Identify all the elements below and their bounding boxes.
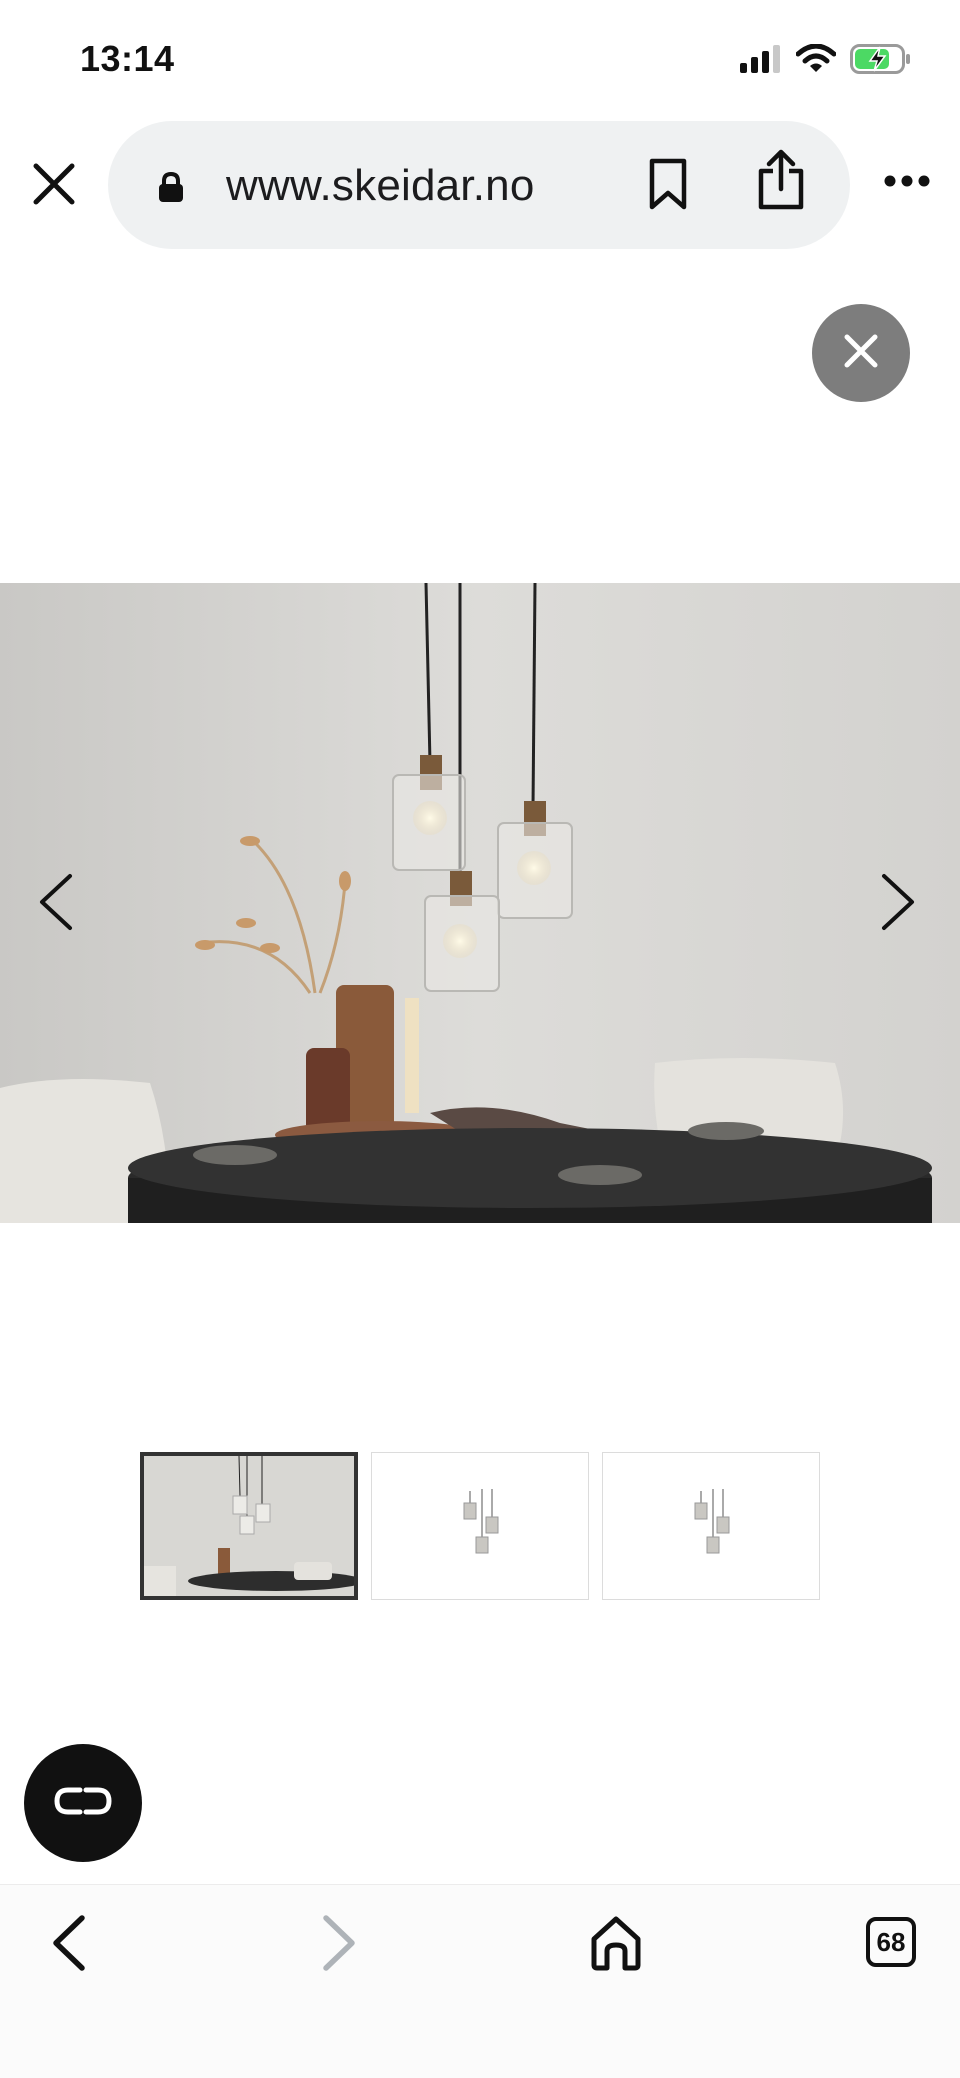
gallery-close-button[interactable]: [812, 304, 910, 402]
status-icons: [740, 43, 912, 79]
chevron-left-icon[interactable]: [38, 872, 74, 937]
close-icon: [841, 331, 881, 376]
forward-icon[interactable]: [320, 1913, 360, 1978]
battery-charging-icon: [850, 44, 912, 79]
close-icon[interactable]: [28, 158, 80, 210]
wifi-icon: [795, 43, 837, 79]
back-icon[interactable]: [48, 1913, 88, 1978]
chat-icon: [52, 1784, 114, 1823]
chat-button[interactable]: [24, 1744, 142, 1862]
chevron-right-icon[interactable]: [880, 872, 916, 937]
home-icon[interactable]: [590, 1915, 642, 1976]
thumbnail-3[interactable]: [602, 1452, 820, 1600]
bookmark-icon[interactable]: [648, 157, 688, 216]
browser-bottom-bar: 68: [0, 1884, 960, 2078]
product-image[interactable]: [0, 583, 960, 1223]
status-time: 13:14: [80, 38, 175, 79]
url-text: www.skeidar.no: [226, 161, 535, 210]
tab-count: 68: [876, 1926, 906, 1957]
status-bar: 13:14: [0, 0, 960, 110]
lock-icon: [158, 171, 184, 208]
thumbnail-strip: [140, 1452, 820, 1600]
cellular-signal-icon: [740, 45, 782, 78]
address-bar[interactable]: www.skeidar.no: [108, 121, 850, 249]
thumbnail-1[interactable]: [140, 1452, 358, 1600]
share-icon[interactable]: [756, 149, 806, 216]
tabs-button[interactable]: 68: [866, 1917, 916, 1967]
thumbnail-2[interactable]: [371, 1452, 589, 1600]
more-icon[interactable]: [884, 174, 930, 193]
browser-toolbar: www.skeidar.no: [0, 118, 960, 252]
